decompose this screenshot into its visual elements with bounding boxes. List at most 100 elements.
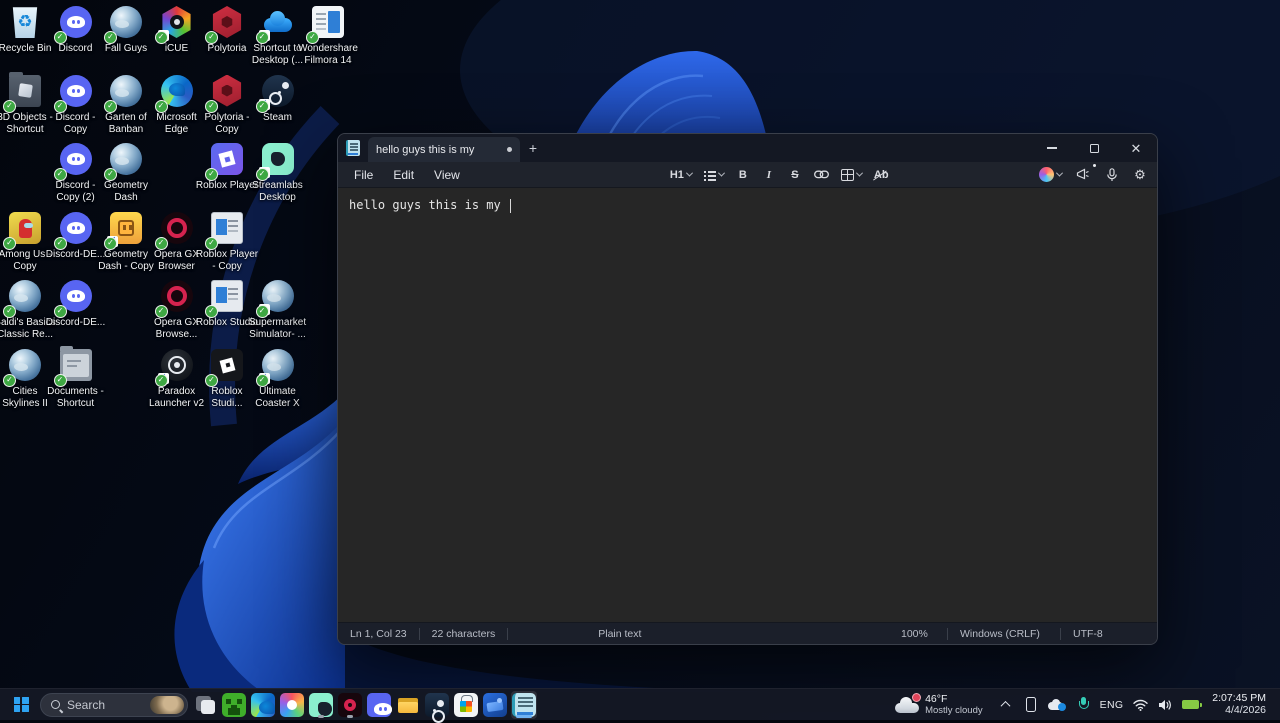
- settings-button[interactable]: ⚙: [1129, 165, 1151, 185]
- menubar: FileEditView H1 B I S: [338, 162, 1157, 188]
- link-button[interactable]: [810, 165, 833, 185]
- sync-check-icon: [104, 31, 117, 44]
- desktop-icon[interactable]: Steam: [246, 74, 310, 124]
- link-icon: [814, 170, 829, 179]
- heading-dropdown[interactable]: H1: [666, 165, 696, 185]
- desktop-icon-glyph: [59, 279, 93, 313]
- table-icon: [841, 169, 854, 181]
- dictation-button[interactable]: [1101, 165, 1123, 185]
- taskbar-app-button-streamlabs[interactable]: [308, 691, 334, 719]
- taskbar-app-button-steam[interactable]: [424, 691, 450, 719]
- document-type: Plain text: [586, 628, 653, 640]
- desktop-icon-glyph: [311, 5, 345, 39]
- speaker-icon: [1158, 699, 1172, 711]
- minimize-icon: [1047, 147, 1057, 148]
- character-count: 22 characters: [420, 628, 508, 640]
- copilot-dropdown[interactable]: [1035, 165, 1066, 185]
- desktop-icon[interactable]: Supermarket Simulator- ...: [246, 279, 310, 341]
- bold-button[interactable]: B: [732, 165, 754, 185]
- sync-check-icon: [54, 305, 67, 318]
- desktop-icon-label: Polytoria: [208, 43, 247, 55]
- desktop-icon[interactable]: Wondershare Filmora 14: [296, 5, 360, 67]
- maximize-button[interactable]: [1073, 134, 1115, 162]
- clock[interactable]: 2:07:45 PM 4/4/2026: [1208, 692, 1270, 717]
- italic-button[interactable]: I: [758, 165, 780, 185]
- onedrive-tray-button[interactable]: [1048, 693, 1066, 717]
- desktop-icon[interactable]: Roblox Player - Copy: [195, 211, 259, 273]
- gear-icon: ⚙: [1134, 167, 1146, 183]
- battery-icon: [1182, 700, 1199, 709]
- weather-temperature: 46°F: [925, 694, 983, 705]
- sync-check-icon: [256, 31, 269, 44]
- desktop-icon-label: Ultimate Coaster X: [246, 386, 310, 410]
- desktop-icon-glyph: [59, 348, 93, 382]
- desktop-icon[interactable]: Discord-DE...: [44, 279, 108, 329]
- desktop-icon-label: iCUE: [165, 43, 188, 55]
- menu-item[interactable]: View: [424, 164, 470, 186]
- tray-date: 4/4/2026: [1225, 705, 1266, 717]
- menu-item[interactable]: File: [344, 164, 383, 186]
- zoom-level[interactable]: 100%: [889, 628, 947, 640]
- sync-check-icon: [205, 374, 218, 387]
- taskbar-apps: [192, 691, 537, 719]
- desktop-icon[interactable]: Streamlabs Desktop: [246, 142, 310, 204]
- close-button[interactable]: ✕: [1115, 134, 1157, 162]
- windows-logo-icon: [14, 697, 29, 712]
- desktop-icon[interactable]: Documents - Shortcut: [44, 348, 108, 410]
- hidden-icons-button[interactable]: [998, 693, 1014, 717]
- sync-check-icon: [155, 100, 168, 113]
- taskbar-app-button-microsoft-store[interactable]: [453, 691, 479, 719]
- volume-button[interactable]: [1157, 693, 1173, 717]
- feedback-button[interactable]: [1072, 165, 1095, 185]
- chevron-down-icon: [1056, 170, 1063, 177]
- new-tab-button[interactable]: +: [520, 134, 546, 162]
- sync-check-icon: [3, 374, 16, 387]
- sync-check-icon: [3, 305, 16, 318]
- document-tab[interactable]: hello guys this is my: [368, 137, 520, 162]
- running-indicator: [347, 715, 353, 718]
- wifi-button[interactable]: [1132, 693, 1148, 717]
- onedrive-cloud-icon: [1048, 699, 1066, 711]
- menu-item[interactable]: Edit: [383, 164, 424, 186]
- search-box[interactable]: Search: [40, 693, 188, 717]
- desktop-icon-glyph: [59, 5, 93, 39]
- desktop-icon-glyph: [8, 5, 42, 39]
- taskbar-app-button-task-view[interactable]: [192, 691, 218, 719]
- microphone-icon: [1106, 168, 1118, 182]
- desktop-icon[interactable]: Geometry Dash: [94, 142, 158, 204]
- taskbar-app-button-minecraft[interactable]: [221, 691, 247, 719]
- notepad-window: hello guys this is my + ✕ FileEditView H…: [337, 133, 1158, 645]
- sync-check-icon: [54, 31, 67, 44]
- taskbar-app-button-blue-app[interactable]: [482, 691, 508, 719]
- desktop-icon-label: Geometry Dash: [94, 180, 158, 204]
- desktop-icon-glyph: [109, 211, 143, 245]
- minimize-button[interactable]: [1031, 134, 1073, 162]
- sync-check-icon: [54, 100, 67, 113]
- desktop-icon-glyph: [8, 279, 42, 313]
- desktop-icon[interactable]: Ultimate Coaster X: [246, 348, 310, 410]
- taskbar-app-button-microsoft-edge[interactable]: [250, 691, 276, 719]
- desktop-icon-glyph: [210, 5, 244, 39]
- start-button[interactable]: [6, 691, 36, 719]
- titlebar[interactable]: hello guys this is my + ✕: [338, 134, 1157, 162]
- weather-widget[interactable]: 46°F Mostly cloudy: [889, 692, 989, 718]
- clear-formatting-button[interactable]: Ab: [870, 165, 893, 185]
- table-dropdown[interactable]: [837, 165, 866, 185]
- encoding: UTF-8: [1061, 628, 1157, 640]
- taskbar-app-button-notepad[interactable]: [511, 691, 537, 719]
- taskbar-app-button-discord[interactable]: [366, 691, 392, 719]
- taskbar-app-button-copilot-m365[interactable]: [279, 691, 305, 719]
- sync-check-icon: [205, 237, 218, 250]
- strikethrough-button[interactable]: S: [784, 165, 806, 185]
- taskbar-app-button-opera-gx[interactable]: [337, 691, 363, 719]
- language-switcher[interactable]: ENG: [1100, 693, 1124, 717]
- sync-check-icon: [3, 100, 16, 113]
- notepad-icon: [338, 134, 368, 162]
- text-editor[interactable]: hello guys this is my: [338, 188, 1157, 622]
- taskbar-app-button-file-explorer[interactable]: [395, 691, 421, 719]
- battery-button[interactable]: [1182, 693, 1199, 717]
- sync-check-icon: [155, 237, 168, 250]
- list-dropdown[interactable]: [700, 165, 728, 185]
- phone-link-tray-button[interactable]: [1023, 693, 1039, 717]
- microphone-in-use-button[interactable]: [1075, 693, 1091, 717]
